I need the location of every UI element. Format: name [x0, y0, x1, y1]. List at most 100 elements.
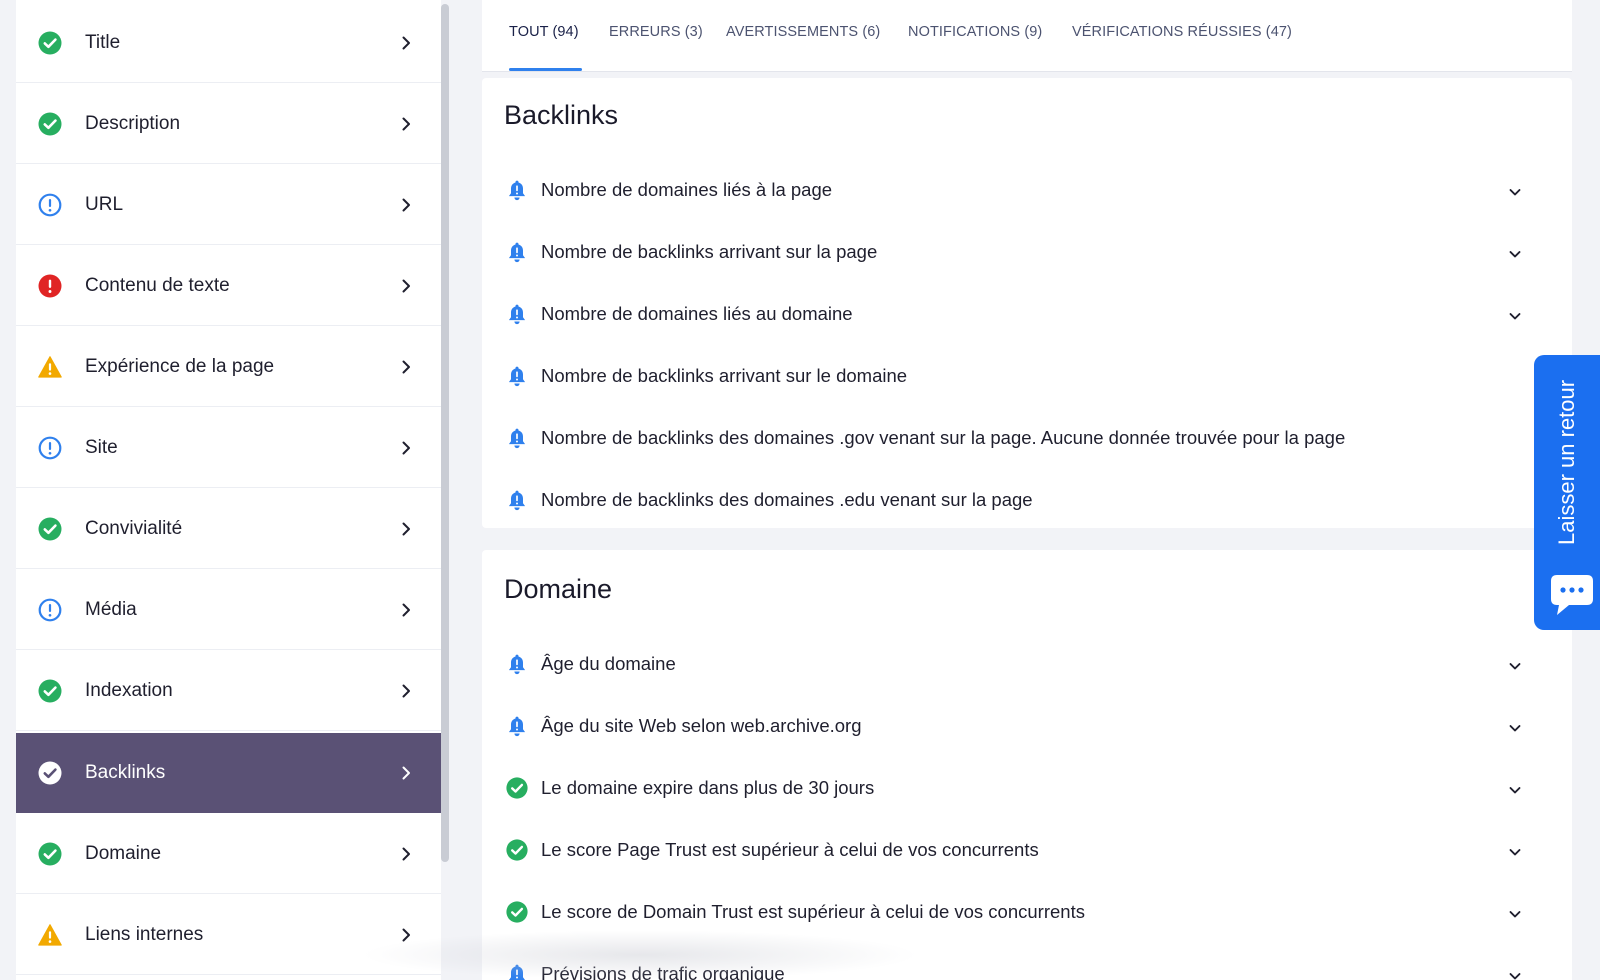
chevron-right-icon [402, 928, 410, 942]
sidebar-item-description[interactable]: Description [16, 84, 441, 164]
check-circle-icon [38, 31, 62, 55]
sidebar-item-indexation[interactable]: Indexation [16, 651, 441, 731]
active-tab-indicator [509, 68, 582, 71]
sidebar-item-label: Site [85, 436, 118, 458]
sidebar-item-label: Liens internes [85, 923, 204, 945]
sidebar-item-url[interactable]: URL [16, 165, 441, 245]
check-row[interactable]: Âge du domaine [482, 637, 1572, 693]
check-label: Nombre de backlinks des domaines .edu ve… [541, 489, 1033, 510]
check-row[interactable]: Le domaine expire dans plus de 30 jours [482, 761, 1572, 817]
chevron-right-icon [402, 603, 410, 617]
bell-icon [508, 180, 526, 201]
check-row[interactable]: Nombre de domaines liés au domaine [482, 287, 1572, 343]
feedback-button[interactable]: Laisser un retour [1534, 355, 1600, 630]
bell-icon [508, 304, 526, 325]
sidebar-item-site[interactable]: Site [16, 408, 441, 488]
sidebar-item-label: Contenu de texte [85, 274, 230, 296]
chevron-right-icon [402, 522, 410, 536]
check-label: Le domaine expire dans plus de 30 jours [541, 777, 875, 798]
info-circle-icon [38, 193, 62, 217]
bell-icon [508, 490, 526, 511]
check-label: Prévisions de trafic organique [541, 963, 785, 980]
sidebar-item-label: URL [85, 193, 124, 215]
chevron-down-icon [1509, 973, 1521, 980]
check-circle-icon [506, 777, 528, 799]
tab-tout[interactable]: TOUT (94) [509, 24, 579, 40]
sidebar-item-backlinks[interactable]: Backlinks [16, 733, 441, 813]
sidebar-item-liens-internes[interactable]: Liens internes [16, 895, 441, 975]
chevron-right-icon [402, 847, 410, 861]
bell-icon [508, 242, 526, 263]
chevron-down-icon [1509, 911, 1521, 918]
bell-icon [508, 366, 526, 387]
check-row[interactable]: Le score Page Trust est supérieur à celu… [482, 823, 1572, 879]
section-title: Domaine [504, 574, 613, 604]
sidebar-item-domaine[interactable]: Domaine [16, 814, 441, 894]
sidebar: Title Description URL Contenu de texte E… [16, 0, 441, 980]
sidebar-item-title[interactable]: Title [16, 3, 441, 83]
section-title: Backlinks [504, 100, 619, 130]
chevron-down-icon [1509, 663, 1521, 670]
chevron-right-icon [402, 198, 410, 212]
chevron-right-icon [402, 684, 410, 698]
chevron-down-icon [1509, 725, 1521, 732]
check-row[interactable]: Nombre de backlinks arrivant sur le doma… [482, 349, 1572, 405]
sidebar-item-label: Média [85, 598, 137, 620]
chevron-down-icon [1509, 251, 1521, 258]
chat-bubble-icon [1551, 575, 1593, 615]
chevron-down-icon [1509, 849, 1521, 856]
info-circle-icon [38, 598, 62, 622]
sidebar-item-experience-de-la-page[interactable]: Expérience de la page [16, 327, 441, 407]
check-row[interactable]: Le score de Domain Trust est supérieur à… [482, 885, 1572, 941]
check-circle-icon [506, 839, 528, 861]
sidebar-item-label: Expérience de la page [85, 355, 275, 377]
sidebar-item-media[interactable]: Média [16, 570, 441, 650]
chevron-right-icon [402, 117, 410, 131]
bell-icon [508, 716, 526, 737]
chevron-right-icon [402, 441, 410, 455]
check-row[interactable]: Nombre de backlinks des domaines .gov ve… [482, 411, 1572, 467]
chevron-down-icon [1509, 189, 1521, 196]
sidebar-item-label: Convivialité [85, 517, 183, 539]
bell-icon [508, 654, 526, 675]
sidebar-scrollbar[interactable] [441, 4, 449, 862]
bell-icon [508, 964, 526, 980]
sidebar-item-label: Domaine [85, 842, 162, 864]
check-label: Âge du site Web selon web.archive.org [541, 715, 862, 736]
check-label: Le score Page Trust est supérieur à celu… [541, 839, 1039, 860]
check-row[interactable]: Prévisions de trafic organique [482, 947, 1572, 980]
check-circle-icon [38, 842, 62, 866]
filter-tabs: TOUT (94) ERREURS (3) AVERTISSEMENTS (6)… [482, 0, 1572, 72]
check-row[interactable]: Nombre de backlinks arrivant sur la page [482, 225, 1572, 281]
check-label: Nombre de domaines liés à la page [541, 179, 833, 200]
check-label: Le score de Domain Trust est supérieur à… [541, 901, 1085, 922]
chevron-down-icon [1509, 787, 1521, 794]
warning-triangle-icon [38, 356, 62, 378]
bell-icon [508, 428, 526, 449]
tab-avertissements[interactable]: AVERTISSEMENTS (6) [726, 24, 880, 40]
check-row[interactable]: Âge du site Web selon web.archive.org [482, 699, 1572, 755]
check-row[interactable]: Nombre de backlinks des domaines .edu ve… [482, 473, 1572, 529]
check-label: Âge du domaine [541, 653, 676, 674]
sidebar-item-label: Indexation [85, 679, 173, 701]
warning-triangle-icon [38, 924, 62, 946]
chevron-down-icon [1509, 313, 1521, 320]
sidebar-item-label: Backlinks [85, 761, 166, 783]
check-circle-icon [38, 679, 62, 703]
chevron-right-icon [402, 360, 410, 374]
info-circle-icon [38, 436, 62, 460]
feedback-label: Laisser un retour [1554, 379, 1579, 545]
check-label: Nombre de domaines liés au domaine [541, 303, 853, 324]
check-circle-icon [38, 112, 62, 136]
check-circle-icon [38, 517, 62, 541]
tab-verifications-reussies[interactable]: VÉRIFICATIONS RÉUSSIES (47) [1072, 24, 1292, 40]
sidebar-item-convivialite[interactable]: Convivialité [16, 489, 441, 569]
section-domaine: Domaine Âge du domaine Âge du site Web s… [482, 550, 1572, 980]
check-circle-icon [38, 761, 62, 785]
sidebar-item-contenu-de-texte[interactable]: Contenu de texte [16, 246, 441, 326]
tab-notifications[interactable]: NOTIFICATIONS (9) [908, 24, 1042, 40]
check-row[interactable]: Nombre de domaines liés à la page [482, 163, 1572, 219]
error-circle-icon [38, 274, 62, 298]
tab-erreurs[interactable]: ERREURS (3) [609, 24, 703, 40]
check-label: Nombre de backlinks arrivant sur le doma… [541, 365, 908, 386]
